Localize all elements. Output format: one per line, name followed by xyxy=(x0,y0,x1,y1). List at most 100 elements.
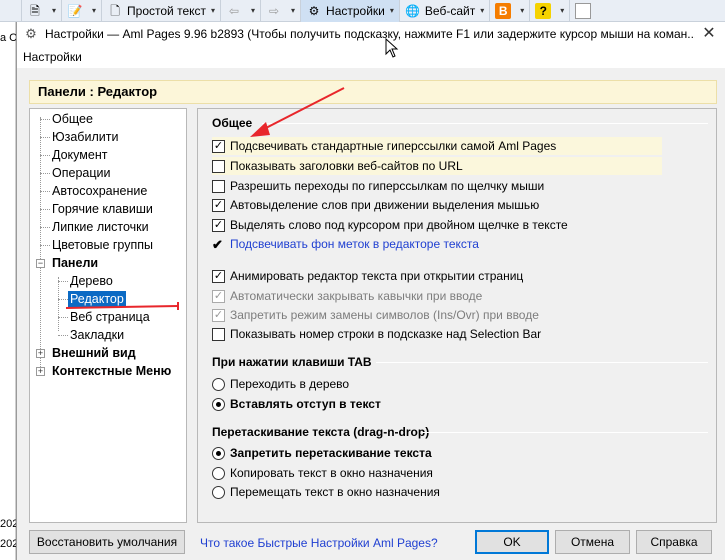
close-icon[interactable]: ✕ xyxy=(699,24,719,44)
tree-item-context-menus[interactable]: Контекстные Меню xyxy=(52,363,171,379)
toolbar-item-help[interactable]: ? ▾ xyxy=(530,0,571,22)
tree-line xyxy=(40,137,50,138)
tick-icon[interactable]: ✔ xyxy=(212,238,225,251)
dialog-menubar: Настройки xyxy=(17,46,725,68)
ok-button[interactable]: OK xyxy=(475,530,549,554)
radio-unselected-icon[interactable] xyxy=(212,485,225,499)
tree-line xyxy=(40,245,50,246)
option-label: Показывать номер строки в подсказке над … xyxy=(230,327,542,341)
option-tab-insert-indent[interactable]: Вставлять отступ в текст xyxy=(212,395,381,413)
settings-dialog: ⚙ Настройки — Aml Pages 9.96 b2893 (Чтоб… xyxy=(16,22,725,560)
option-tab-go-tree[interactable]: Переходить в дерево xyxy=(212,375,349,393)
panel-header: Панели : Редактор xyxy=(29,80,717,104)
option-label: Запретить режим замены символов (Ins/Ovr… xyxy=(230,308,539,322)
option-animate-editor[interactable]: ✓ Анимировать редактор текста при открыт… xyxy=(212,267,523,285)
background-toolbar: 🗎 ▾ 📝 ▾ 🗋 Простой текст ▾ ⇦ ▾ ⇨ ▾ ⚙ Настройк… xyxy=(0,0,725,22)
option-allow-link-click[interactable]: Разрешить переходы по гиперссылкам по ще… xyxy=(212,177,544,195)
option-show-site-titles[interactable]: Показывать заголовки веб-сайтов по URL xyxy=(212,157,662,175)
option-show-line-number[interactable]: Показывать номер строки в подсказке над … xyxy=(212,325,541,343)
expand-icon[interactable]: + xyxy=(36,367,45,376)
gear-icon: ⚙ xyxy=(25,26,37,41)
toolbar-item-website[interactable]: 🌐 Веб-сайт ▾ xyxy=(400,0,491,22)
quick-settings-help-link[interactable]: Что такое Быстрые Настройки Aml Pages? xyxy=(200,536,438,550)
tree-item-usability[interactable]: Юзабилити xyxy=(52,129,118,145)
radio-selected-icon[interactable] xyxy=(212,446,225,460)
tree-item-web-page[interactable]: Веб страница xyxy=(70,309,150,325)
tree-item-appearance[interactable]: Внешний вид xyxy=(52,345,136,361)
expand-icon[interactable]: + xyxy=(36,349,45,358)
settings-pane: Общее ✓ Подсвечивать стандартные гиперсс… xyxy=(197,108,717,523)
dialog-titlebar[interactable]: ⚙ Настройки — Aml Pages 9.96 b2893 (Чтоб… xyxy=(17,22,725,46)
group-divider xyxy=(422,432,708,433)
website-label: Веб-сайт xyxy=(424,3,476,18)
radio-unselected-icon[interactable] xyxy=(212,377,225,391)
option-label: Перемещать текст в окно назначения xyxy=(230,485,440,499)
toolbar-item-notes[interactable]: 📝 ▾ xyxy=(62,0,103,22)
checkbox-unchecked-icon[interactable] xyxy=(212,159,225,173)
option-disable-overwrite: ✓ Запретить режим замены символов (Ins/O… xyxy=(212,306,539,324)
radio-unselected-icon[interactable] xyxy=(212,466,225,480)
toolbar-item-page-search[interactable] xyxy=(0,0,22,22)
checkbox-checked-icon[interactable]: ✓ xyxy=(212,269,225,283)
group-divider xyxy=(376,362,708,363)
tree-item-tree[interactable]: Дерево xyxy=(70,273,113,289)
text-mode-label: Простой текст xyxy=(127,3,206,18)
group-title-general: Общее xyxy=(212,116,253,130)
toolbar-item-page-search-2[interactable]: 🗎 ▾ xyxy=(22,0,63,22)
notes-icon: 📝 xyxy=(67,3,83,18)
checkbox-checked-icon[interactable]: ✓ xyxy=(212,198,225,212)
tree-item-bookmarks[interactable]: Закладки xyxy=(70,327,124,343)
left-fragment-1: а С xyxy=(0,32,18,44)
radio-selected-icon[interactable] xyxy=(212,397,225,411)
toolbar-item-blank[interactable] xyxy=(570,0,600,22)
option-drag-move[interactable]: Перемещать текст в окно назначения xyxy=(212,483,440,501)
help-icon: ? xyxy=(535,2,552,19)
tree-item-autosave[interactable]: Автосохранение xyxy=(52,183,147,199)
tree-item-document[interactable]: Документ xyxy=(52,147,107,163)
toolbar-item-settings[interactable]: ⚙ Настройки ▾ xyxy=(301,0,400,22)
tree-line xyxy=(40,119,50,120)
arrow-left-icon: ⇦ xyxy=(228,3,240,18)
cancel-button[interactable]: Отмена xyxy=(555,530,630,554)
tree-item-hotkeys[interactable]: Горячие клавиши xyxy=(52,201,153,217)
arrow-right-icon: ⇨ xyxy=(269,3,280,18)
checkbox-checked-icon[interactable]: ✓ xyxy=(212,139,225,153)
option-label: Переходить в дерево xyxy=(230,377,350,391)
toolbar-item-text-mode[interactable]: 🗋 Простой текст ▾ xyxy=(102,0,222,22)
toolbar-item-blogger[interactable]: B ▾ xyxy=(490,0,531,22)
option-label: Разрешить переходы по гиперссылкам по ще… xyxy=(230,179,545,193)
menu-settings[interactable]: Настройки xyxy=(23,50,82,64)
settings-tree[interactable]: Общее Юзабилити Документ Операции Автосо… xyxy=(29,108,187,523)
group-title-tab: При нажатии клавиши TAB xyxy=(212,355,372,369)
checkbox-unchecked-icon[interactable] xyxy=(212,179,225,193)
option-label: Выделять слово под курсором при двойном … xyxy=(230,218,568,232)
toolbar-item-back[interactable]: ⇦ ▾ xyxy=(221,0,262,22)
toolbar-item-forward[interactable]: ⇨ ▾ xyxy=(261,0,302,22)
settings-label: Настройки xyxy=(326,3,385,18)
tree-item-panels[interactable]: Панели xyxy=(52,255,98,271)
tree-item-color-groups[interactable]: Цветовые группы xyxy=(52,237,153,253)
option-auto-close-quotes: ✓ Автоматически закрывать кавычки при вв… xyxy=(212,287,482,305)
option-drag-copy[interactable]: Копировать текст в окно назначения xyxy=(212,464,433,482)
tree-item-operations[interactable]: Операции xyxy=(52,165,110,181)
option-auto-select-words[interactable]: ✓ Автовыделение слов при движении выделе… xyxy=(212,196,539,214)
option-drag-disable[interactable]: Запретить перетаскивание текста xyxy=(212,444,432,462)
gear-icon: ⚙ xyxy=(308,3,320,18)
option-label: Вставлять отступ в текст xyxy=(230,397,381,411)
collapse-icon[interactable]: − xyxy=(36,259,45,268)
tree-item-sticky-notes[interactable]: Липкие листочки xyxy=(52,219,149,235)
background-left-strip: а С 202 202 xyxy=(0,22,18,560)
tree-item-editor[interactable]: Редактор xyxy=(68,291,126,307)
tree-line xyxy=(40,191,50,192)
restore-defaults-button[interactable]: Восстановить умолчания xyxy=(29,530,185,554)
help-button[interactable]: Справка xyxy=(636,530,712,554)
checkbox-unchecked-icon[interactable] xyxy=(212,327,225,341)
tree-item-general[interactable]: Общее xyxy=(52,111,93,127)
tree-line xyxy=(40,155,50,156)
checkbox-checked-icon[interactable]: ✓ xyxy=(212,218,225,232)
group-divider xyxy=(262,123,708,124)
option-highlight-links[interactable]: ✓ Подсвечивать стандартные гиперссылки с… xyxy=(212,137,662,155)
tree-line xyxy=(58,317,68,318)
option-highlight-tags[interactable]: ✔ Подсвечивать фон меток в редакторе тек… xyxy=(212,235,479,253)
option-double-click-select[interactable]: ✓ Выделять слово под курсором при двойно… xyxy=(212,216,568,234)
